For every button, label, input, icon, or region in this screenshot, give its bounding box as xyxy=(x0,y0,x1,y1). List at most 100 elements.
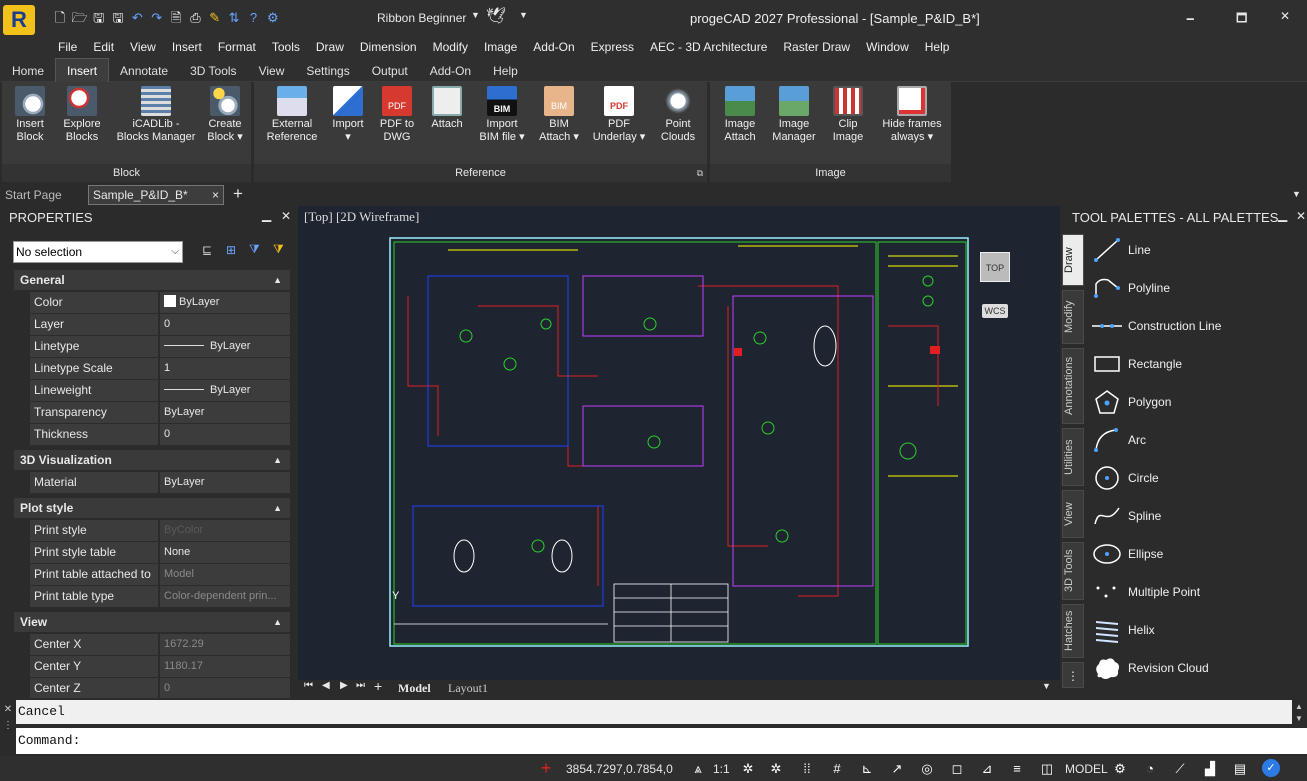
menu-image[interactable]: Image xyxy=(476,36,525,58)
menu-edit[interactable]: Edit xyxy=(85,36,122,58)
property-row[interactable]: Print style table None xyxy=(30,542,290,564)
prev-tab-icon[interactable]: ◀ xyxy=(322,680,330,691)
attach-button[interactable]: Attach xyxy=(424,86,470,131)
polar-icon[interactable]: ↗ xyxy=(887,759,907,778)
minimize-button[interactable]: 🗕 xyxy=(1186,9,1195,30)
redo-icon[interactable]: ↷ xyxy=(149,10,165,26)
menu-raster-draw[interactable]: Raster Draw xyxy=(775,36,858,58)
clean-screen-icon[interactable]: ▤ xyxy=(1230,759,1250,778)
help-icon[interactable]: ? xyxy=(245,10,261,26)
match-properties-icon[interactable]: ✎ xyxy=(207,10,223,26)
menu-format[interactable]: Format xyxy=(210,36,264,58)
model-tab[interactable]: Model xyxy=(398,681,431,696)
palette-tab-draw[interactable]: Draw xyxy=(1062,234,1084,286)
menu-help[interactable]: Help xyxy=(917,36,958,58)
property-row[interactable]: Print table attached to Model xyxy=(30,564,290,586)
app-logo-icon[interactable]: R xyxy=(3,5,35,35)
performance-icon[interactable]: ◔ xyxy=(1140,759,1160,778)
property-row[interactable]: Center Y 1180.17 xyxy=(30,656,290,678)
selection-dropdown[interactable]: No selection ⌵ xyxy=(13,241,183,263)
model-space-toggle[interactable]: MODEL xyxy=(1065,762,1108,776)
command-grip[interactable]: ✕ ⋮ xyxy=(2,702,14,752)
minimize-panel-icon[interactable]: ▁ xyxy=(262,208,271,222)
import-bim-button[interactable]: BIM Import BIM file ▾ xyxy=(476,86,528,144)
lineweight-icon[interactable]: ≡ xyxy=(1007,759,1027,778)
explore-blocks-button[interactable]: Explore Blocks xyxy=(56,86,108,144)
menu-dimension[interactable]: Dimension xyxy=(352,36,425,58)
menu-aec[interactable]: AEC - 3D Architecture xyxy=(642,36,775,58)
close-panel-icon[interactable]: ✕ xyxy=(281,209,291,223)
palette-item-construction-line[interactable]: Construction Line xyxy=(1090,310,1300,342)
hide-frames-button[interactable]: Hide frames always ▾ xyxy=(876,86,948,144)
next-tab-icon[interactable]: ▶ xyxy=(340,680,348,691)
add-layout-icon[interactable]: + xyxy=(374,678,382,694)
icadlib-blocks-manager-button[interactable]: iCADLib - Blocks Manager xyxy=(110,86,202,144)
3d-visualization-section[interactable]: 3D Visualization ▲ xyxy=(14,450,290,470)
menu-file[interactable]: File xyxy=(50,36,85,58)
palette-tab-annotations[interactable]: Annotations xyxy=(1062,348,1084,424)
hardware-acceleration-icon[interactable]: ▟ xyxy=(1200,759,1220,778)
filter-icon[interactable]: ⧩ xyxy=(273,242,284,257)
workspace-settings-icon[interactable]: ⚙ xyxy=(1110,759,1130,778)
first-tab-icon[interactable]: ⏮ xyxy=(304,680,313,691)
tab-add-on[interactable]: Add-On xyxy=(419,59,482,83)
tab-view[interactable]: View xyxy=(248,59,296,83)
palette-tab-3d-tools[interactable]: 3D Tools xyxy=(1062,542,1084,600)
print-icon[interactable]: ⎙ xyxy=(187,10,203,26)
property-row[interactable]: Center X 1672.29 xyxy=(30,634,290,656)
snap-icon[interactable]: ⁞⁞ xyxy=(797,759,817,778)
palette-item-spline[interactable]: Spline xyxy=(1090,500,1300,532)
menu-express[interactable]: Express xyxy=(583,36,642,58)
menu-add-on[interactable]: Add-On xyxy=(525,36,582,58)
drawing-tab[interactable]: Sample_P&ID_B* × xyxy=(88,185,224,205)
wcs-indicator[interactable]: WCS xyxy=(982,304,1008,318)
create-block-button[interactable]: Create Block ▾ xyxy=(200,86,250,144)
tab-help[interactable]: Help xyxy=(482,59,529,83)
close-button[interactable]: ✕ xyxy=(1280,9,1290,23)
annotation-scale-icon[interactable]: ⩓ xyxy=(688,759,708,778)
property-row[interactable]: Color ByLayer xyxy=(30,292,290,314)
collapse-icon[interactable]: ▲ xyxy=(273,498,282,518)
tab-settings[interactable]: Settings xyxy=(295,59,360,83)
import-button[interactable]: Import ▾ xyxy=(324,86,372,144)
tab-annotate[interactable]: Annotate xyxy=(109,59,179,83)
property-row[interactable]: Linetype Scale 1 xyxy=(30,358,290,380)
menu-insert[interactable]: Insert xyxy=(164,36,210,58)
property-row[interactable]: Print table type Color-dependent prin... xyxy=(30,586,290,608)
property-row[interactable]: Linetype ByLayer xyxy=(30,336,290,358)
drawing-viewport[interactable]: [Top] [2D Wireframe] TOP WCS Y ⏮ ◀ ▶ ⏭ +… xyxy=(298,206,1060,696)
tab-insert[interactable]: Insert xyxy=(55,58,110,83)
view-section[interactable]: View ▲ xyxy=(14,612,290,632)
bird-icon[interactable]: 🕊 xyxy=(486,6,506,26)
scroll-down-icon[interactable]: ▼ xyxy=(1042,681,1051,691)
layout1-tab[interactable]: Layout1 xyxy=(448,681,488,696)
isolate-objects-icon[interactable]: ⟋ xyxy=(1170,759,1190,778)
clip-image-button[interactable]: Clip Image xyxy=(824,86,872,144)
undo-icon[interactable]: ↶ xyxy=(129,10,145,26)
minimize-panel-icon[interactable]: ▁ xyxy=(1278,208,1287,222)
coordinates-readout[interactable]: 3854.7297,0.7854,0 xyxy=(566,762,673,776)
plot-style-section[interactable]: Plot style ▲ xyxy=(14,498,290,518)
tab-3d-tools[interactable]: 3D Tools xyxy=(179,59,247,83)
command-input[interactable]: Command: xyxy=(16,728,1307,754)
palette-tab-hatches[interactable]: Hatches xyxy=(1062,604,1084,658)
image-manager-button[interactable]: Image Manager xyxy=(768,86,820,144)
tab-home[interactable]: Home xyxy=(1,59,55,83)
palette-item-helix[interactable]: Helix xyxy=(1090,614,1300,646)
property-row[interactable]: Layer 0 xyxy=(30,314,290,336)
property-row[interactable]: Print style ByColor xyxy=(30,520,290,542)
palette-item-arc[interactable]: Arc xyxy=(1090,424,1300,456)
pdf-underlay-button[interactable]: PDF PDF Underlay ▾ xyxy=(590,86,648,144)
maximize-button[interactable]: 🗖 xyxy=(1236,9,1247,30)
property-row[interactable]: Thickness 0 xyxy=(30,424,290,446)
quick-select-icon[interactable]: ⧩ xyxy=(249,242,260,257)
property-row[interactable]: Transparency ByLayer xyxy=(30,402,290,424)
menu-modify[interactable]: Modify xyxy=(425,36,476,58)
property-row[interactable]: Lineweight ByLayer xyxy=(30,380,290,402)
palette-item-multiple-point[interactable]: Multiple Point xyxy=(1090,576,1300,608)
point-clouds-button[interactable]: Point Clouds xyxy=(652,86,704,144)
external-reference-button[interactable]: External Reference xyxy=(264,86,320,144)
print-preview-icon[interactable]: 🗎 xyxy=(168,10,184,26)
palette-tab-utilities[interactable]: Utilities xyxy=(1062,428,1084,486)
sort-icon[interactable]: ⇅ xyxy=(226,10,242,26)
